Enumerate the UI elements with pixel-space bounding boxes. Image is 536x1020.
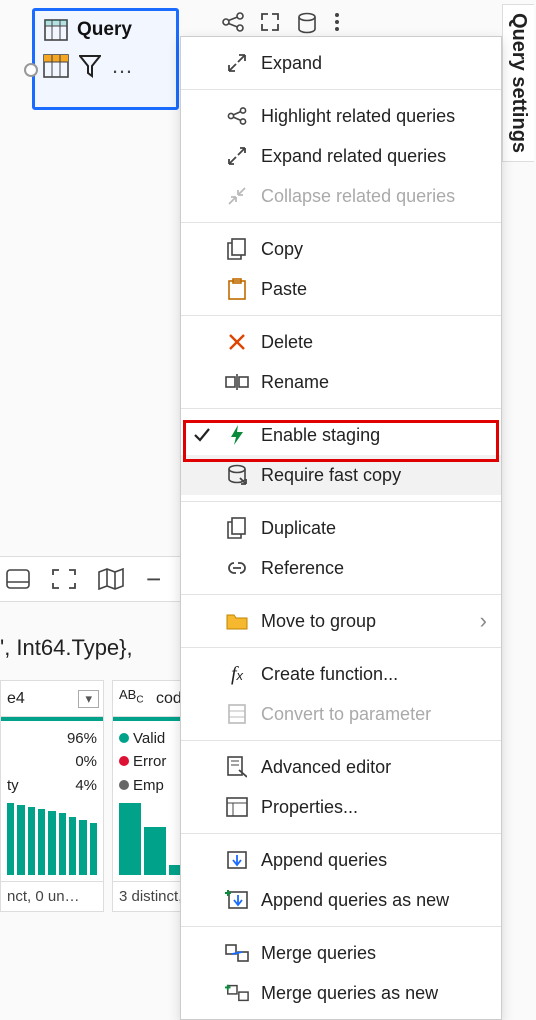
checkmark-icon bbox=[191, 427, 213, 443]
query-node-title: Query bbox=[77, 19, 132, 41]
collapse-in-icon bbox=[225, 186, 249, 206]
expand-arrows-icon bbox=[225, 53, 249, 73]
zoom-out-icon[interactable]: − bbox=[146, 564, 161, 595]
expand-out-icon bbox=[225, 146, 249, 166]
context-menu: Expand Highlight related queries Expand … bbox=[180, 36, 502, 1020]
database-icon[interactable] bbox=[296, 12, 318, 34]
fast-copy-icon bbox=[225, 464, 249, 486]
column-dropdown-icon[interactable]: ▾ bbox=[78, 690, 99, 708]
menu-reference[interactable]: Reference bbox=[181, 548, 501, 588]
share-icon bbox=[225, 107, 249, 125]
menu-expand[interactable]: Expand bbox=[181, 43, 501, 83]
menu-advanced-editor[interactable]: Advanced editor bbox=[181, 747, 501, 787]
editor-icon bbox=[225, 756, 249, 778]
menu-merge-queries[interactable]: Merge queries bbox=[181, 933, 501, 973]
preview-column: e4▾ 96% 0% ty4% nct, 0 un… bbox=[0, 680, 104, 912]
chevron-right-icon: › bbox=[480, 608, 487, 634]
paste-icon bbox=[225, 278, 249, 300]
connector-dot[interactable] bbox=[24, 63, 38, 77]
parameter-icon bbox=[225, 703, 249, 725]
more-icon[interactable]: … bbox=[111, 53, 131, 79]
query-node[interactable]: Query … bbox=[32, 8, 179, 110]
merge-new-icon bbox=[225, 983, 249, 1003]
bottom-toolbar: − bbox=[0, 556, 200, 602]
menu-require-fast-copy[interactable]: Require fast copy bbox=[181, 455, 501, 495]
append-new-icon bbox=[225, 889, 249, 911]
menu-copy[interactable]: Copy bbox=[181, 229, 501, 269]
expand-icon[interactable] bbox=[260, 12, 280, 34]
delete-icon bbox=[225, 333, 249, 351]
function-icon: fx bbox=[225, 663, 249, 686]
filter-icon bbox=[77, 53, 103, 79]
menu-create-function[interactable]: fx Create function... bbox=[181, 654, 501, 694]
menu-properties[interactable]: Properties... bbox=[181, 787, 501, 827]
rename-icon bbox=[225, 373, 249, 391]
menu-highlight-related[interactable]: Highlight related queries bbox=[181, 96, 501, 136]
node-action-icons bbox=[222, 12, 340, 34]
menu-expand-related[interactable]: Expand related queries bbox=[181, 136, 501, 176]
share-icon[interactable] bbox=[222, 12, 244, 34]
menu-enable-staging[interactable]: Enable staging bbox=[181, 415, 501, 455]
menu-merge-queries-new[interactable]: Merge queries as new bbox=[181, 973, 501, 1013]
formula-bar-fragment: ', Int64.Type}, bbox=[0, 635, 133, 662]
query-settings-tab[interactable]: Query settings bbox=[502, 4, 534, 162]
column-name: e4 bbox=[7, 690, 25, 708]
table-icon bbox=[43, 17, 69, 43]
menu-paste[interactable]: Paste bbox=[181, 269, 501, 309]
diagram-view-icon[interactable] bbox=[6, 568, 30, 590]
map-icon[interactable] bbox=[98, 568, 124, 590]
menu-append-queries[interactable]: Append queries bbox=[181, 840, 501, 880]
menu-move-to-group[interactable]: Move to group › bbox=[181, 601, 501, 641]
source-table-icon bbox=[43, 53, 69, 79]
menu-collapse-related: Collapse related queries bbox=[181, 176, 501, 216]
folder-icon bbox=[225, 612, 249, 630]
append-icon bbox=[225, 849, 249, 871]
reference-icon bbox=[225, 560, 249, 576]
menu-append-queries-new[interactable]: Append queries as new bbox=[181, 880, 501, 920]
lightning-icon bbox=[225, 424, 249, 446]
copy-icon bbox=[225, 238, 249, 260]
fit-screen-icon[interactable] bbox=[52, 569, 76, 589]
menu-delete[interactable]: Delete bbox=[181, 322, 501, 362]
duplicate-icon bbox=[225, 517, 249, 539]
column-footer: nct, 0 un… bbox=[1, 881, 103, 911]
merge-icon bbox=[225, 943, 249, 963]
menu-convert-to-parameter: Convert to parameter bbox=[181, 694, 501, 734]
menu-duplicate[interactable]: Duplicate bbox=[181, 508, 501, 548]
kebab-icon[interactable] bbox=[334, 12, 340, 34]
menu-rename[interactable]: Rename bbox=[181, 362, 501, 402]
properties-icon bbox=[225, 797, 249, 817]
